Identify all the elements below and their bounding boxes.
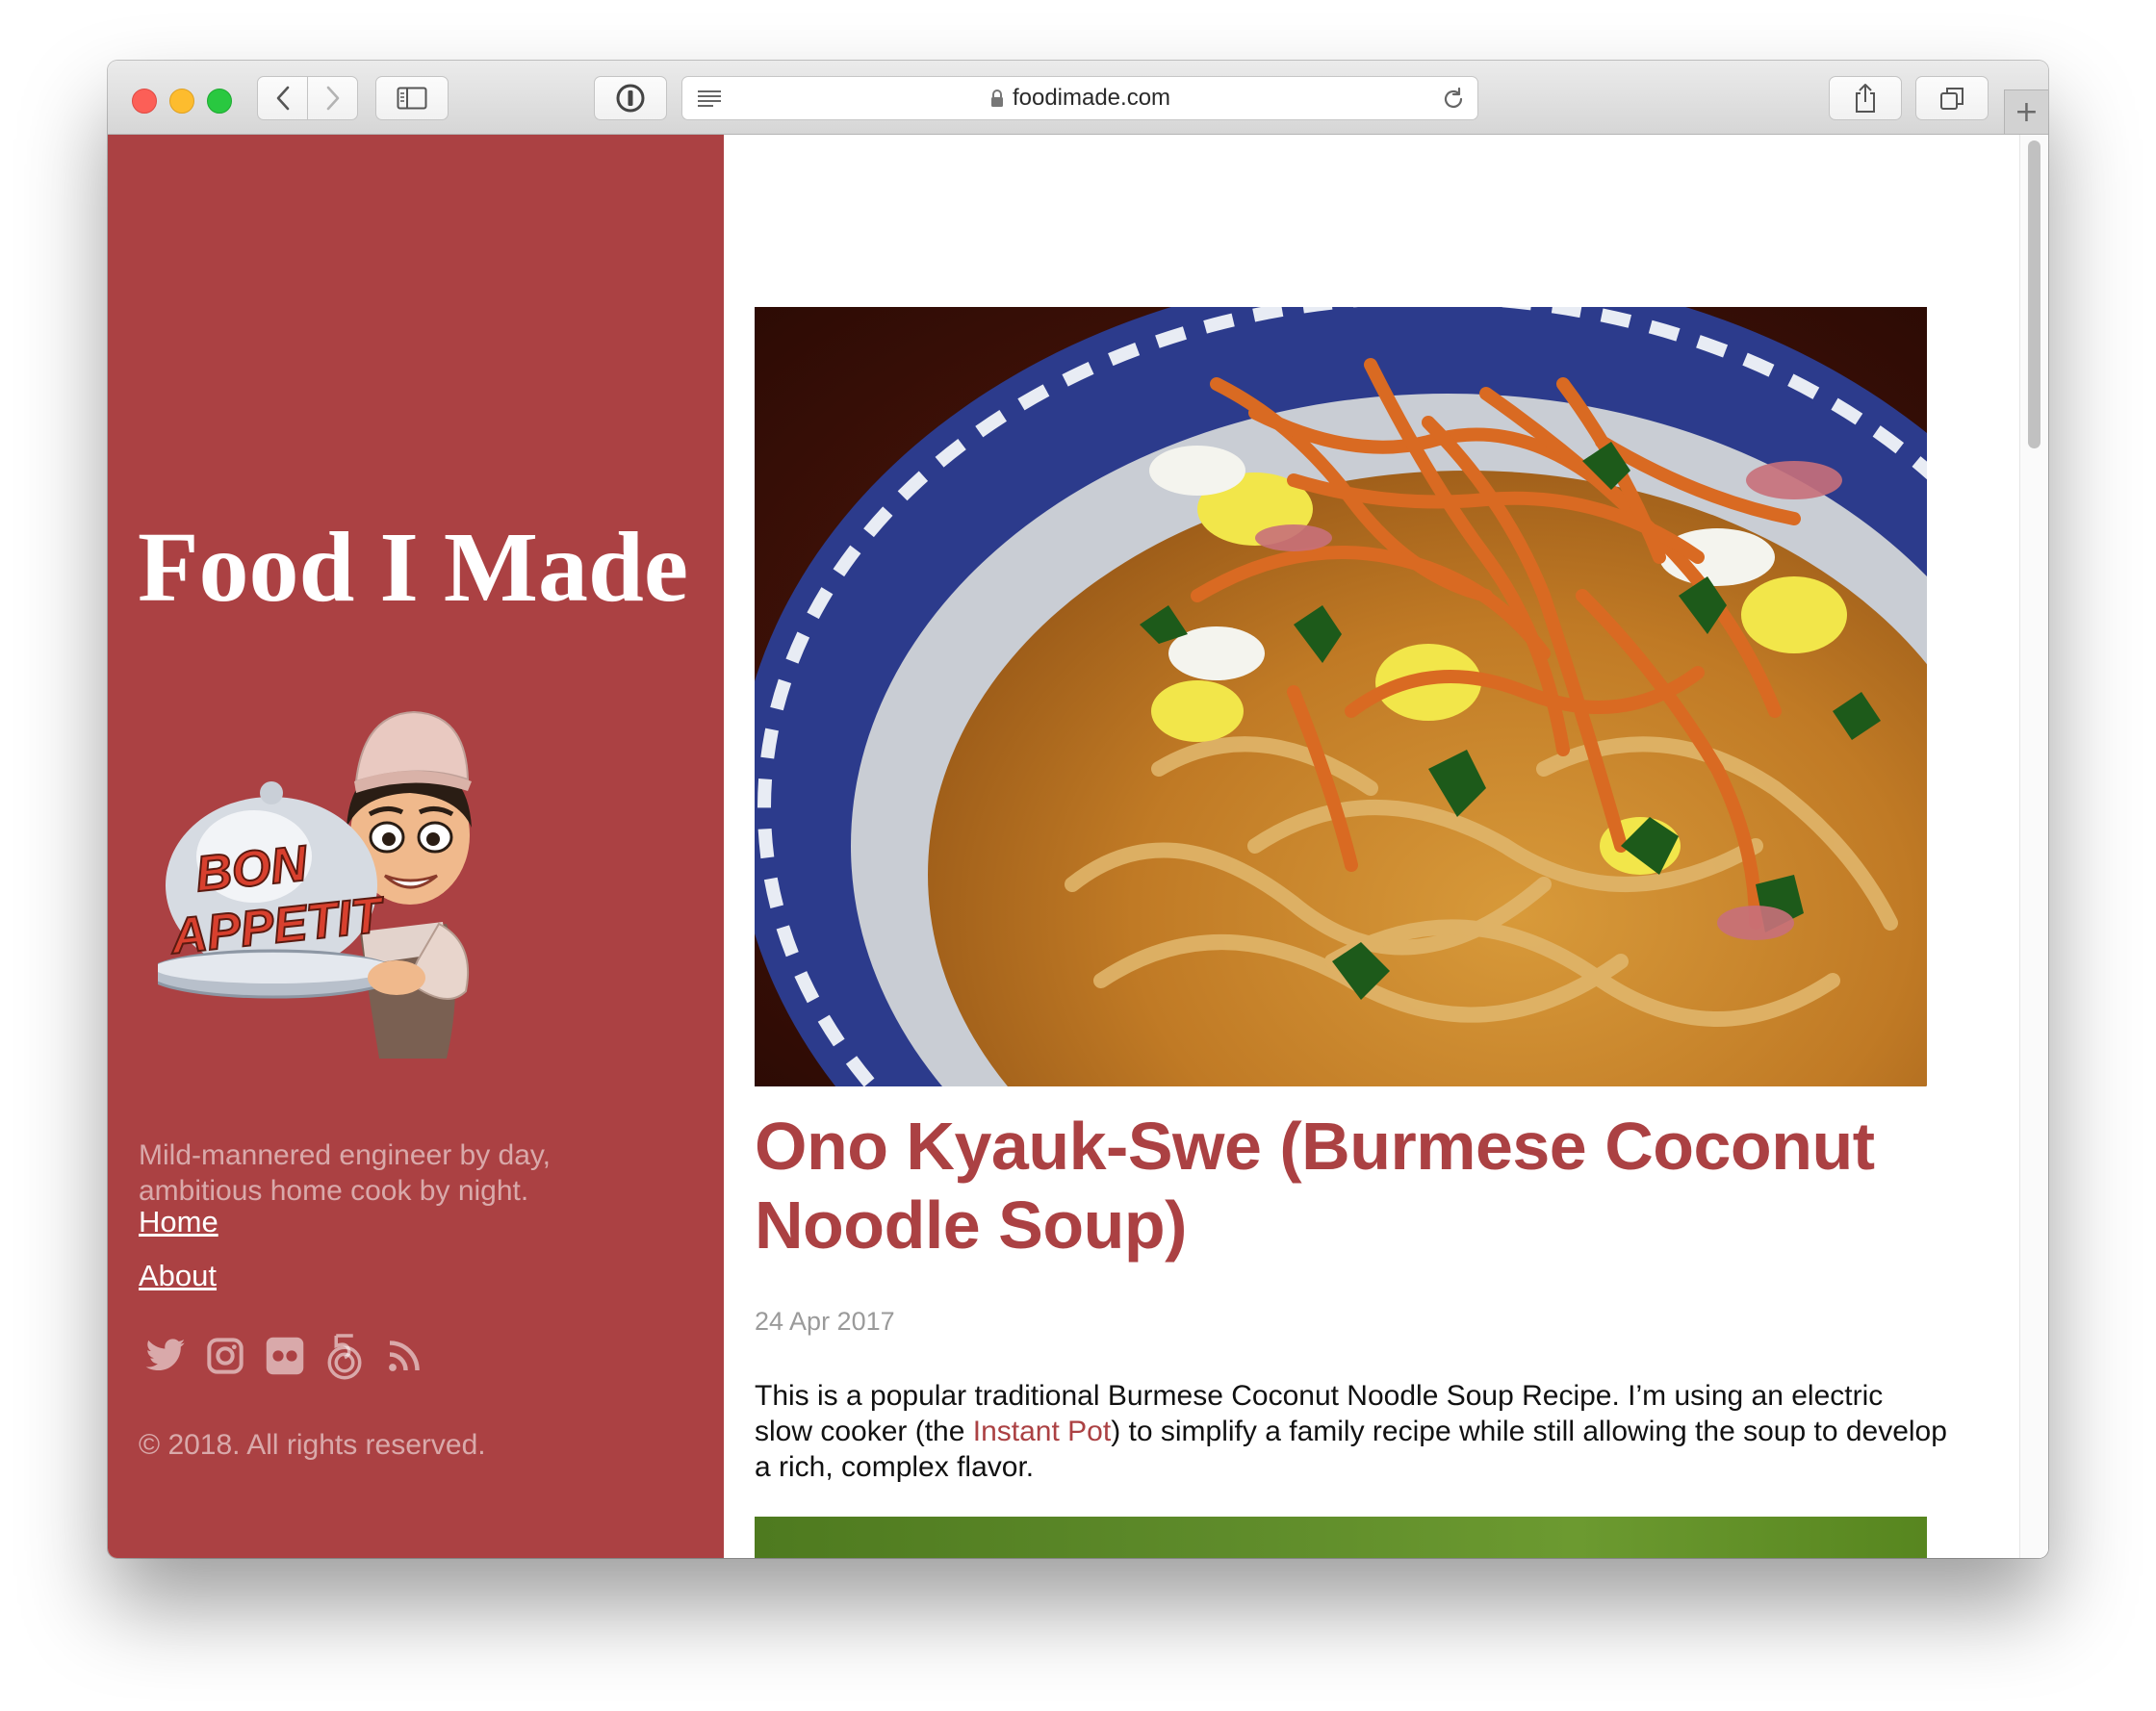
history-nav-group [257, 76, 358, 120]
forward-button[interactable] [308, 77, 357, 119]
page-content: Food I Made BON APPETIT Mild-mannered en… [108, 135, 2048, 1558]
minimize-window-button[interactable] [169, 89, 194, 114]
share-icon [1856, 84, 1875, 113]
password-manager-button[interactable] [594, 76, 667, 120]
noodle-soup-photo[interactable] [755, 307, 1927, 1086]
tab-overview-button[interactable] [1915, 76, 1989, 120]
avatar-badge-line1: BON [193, 835, 311, 903]
address-bar[interactable]: foodimade.com [681, 76, 1478, 120]
lock-icon [990, 89, 1003, 107]
rss-icon[interactable] [383, 1331, 425, 1381]
page-scrollbar[interactable] [2019, 135, 2048, 1558]
browser-window: foodimade.com + Food I Made BON APPETIT … [108, 61, 2048, 1558]
post-date: 24 Apr 2017 [755, 1307, 895, 1336]
url-display[interactable]: foodimade.com [682, 77, 1477, 119]
chevron-right-icon [326, 86, 339, 111]
site-tagline: Mild-mannered engineer by day, ambitious… [139, 1139, 552, 1207]
nav-home-link[interactable]: Home [139, 1205, 218, 1239]
chef-avatar-image: BON APPETIT [158, 710, 472, 1059]
social-links [144, 1331, 425, 1381]
post-title[interactable]: Ono Kyauk-Swe (Burmese Coconut Noodle So… [755, 1107, 1938, 1264]
site-title[interactable]: Food I Made [138, 510, 688, 625]
post-intro-paragraph: This is a popular traditional Burmese Co… [755, 1378, 1948, 1485]
back-button[interactable] [258, 77, 307, 119]
show-sidebar-button[interactable] [375, 76, 449, 120]
url-text: foodimade.com [1012, 85, 1171, 111]
browser-toolbar: foodimade.com + [108, 61, 2048, 135]
site-sidebar: Food I Made BON APPETIT Mild-mannered en… [108, 135, 724, 1558]
reload-icon[interactable] [1441, 87, 1466, 112]
main-content: Ono Kyauk-Swe (Burmese Coconut Noodle So… [724, 135, 2048, 1558]
plus-icon: + [2014, 95, 2040, 129]
sidebar-icon [397, 87, 427, 110]
share-button[interactable] [1829, 76, 1902, 120]
copyright-text: © 2018. All rights reserved. [139, 1429, 486, 1461]
instagram-icon[interactable] [204, 1331, 246, 1381]
second-post-image [755, 1517, 1927, 1558]
instant-pot-link[interactable]: Instant Pot [973, 1416, 1111, 1447]
flickr-icon[interactable] [264, 1331, 306, 1381]
close-window-button[interactable] [132, 89, 157, 114]
twitter-icon[interactable] [144, 1331, 187, 1381]
chevron-left-icon [276, 86, 289, 111]
maximize-window-button[interactable] [207, 89, 232, 114]
scrollbar-thumb[interactable] [2028, 140, 2040, 448]
500px-icon[interactable] [323, 1331, 366, 1381]
nav-about-link[interactable]: About [139, 1259, 217, 1293]
new-tab-button[interactable]: + [2004, 89, 2048, 134]
password-manager-icon [616, 84, 645, 113]
tabs-icon [1940, 88, 1964, 110]
